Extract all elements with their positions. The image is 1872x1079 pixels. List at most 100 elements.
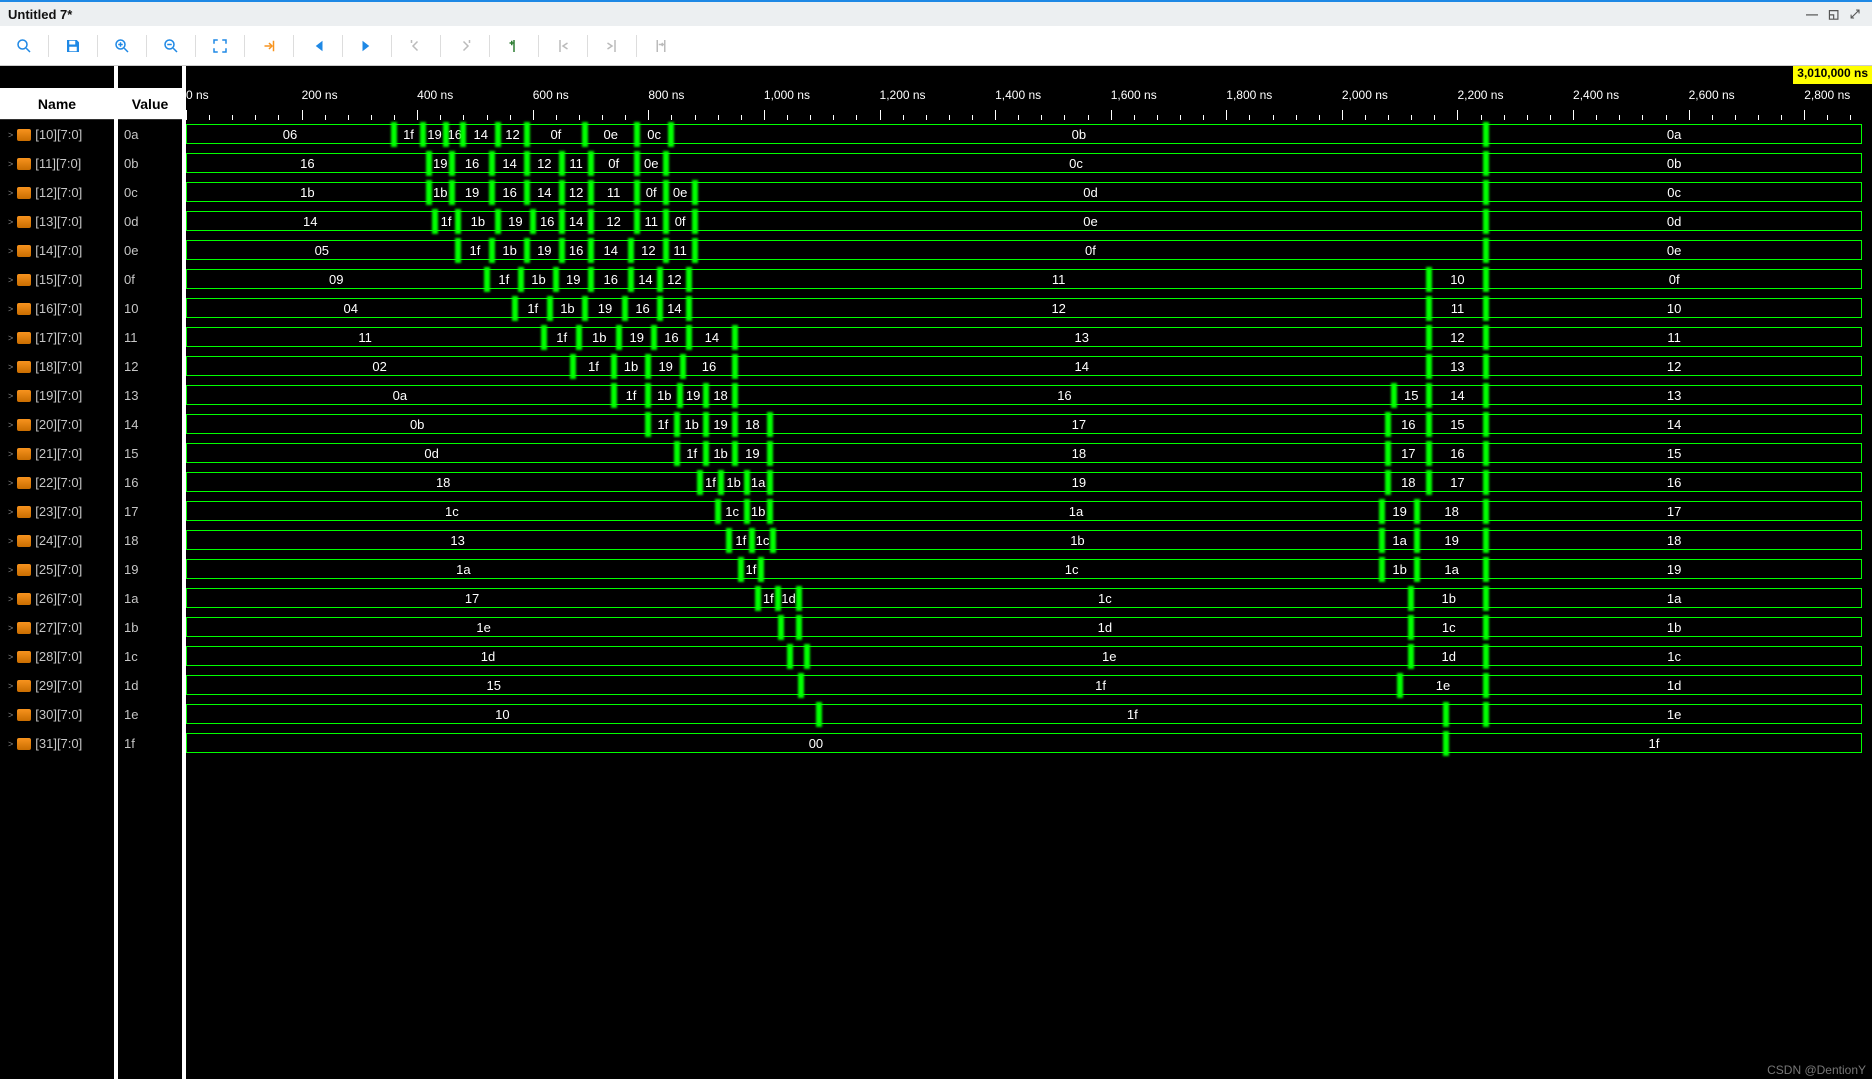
bus-segment[interactable]: 1b: [773, 530, 1383, 550]
skip-end-button[interactable]: [351, 30, 383, 62]
bus-segment[interactable]: 1f: [515, 298, 550, 318]
bus-segment[interactable]: 14: [562, 211, 591, 231]
bus-segment[interactable]: 0b: [671, 124, 1486, 144]
waveform-row[interactable]: 1e1d1c1b: [186, 613, 1872, 642]
bus-segment[interactable]: 16: [533, 211, 562, 231]
bus-segment[interactable]: 12: [591, 211, 637, 231]
bus-segment[interactable]: 1b: [579, 327, 619, 347]
bus-segment[interactable]: 1c: [718, 501, 747, 521]
expand-caret-icon[interactable]: >: [8, 565, 13, 575]
signal-value-row[interactable]: 11: [118, 323, 182, 352]
signal-value-row[interactable]: 0b: [118, 149, 182, 178]
expand-caret-icon[interactable]: >: [8, 391, 13, 401]
bus-segment[interactable]: 1b: [648, 385, 680, 405]
waveform-row[interactable]: 111f1b191614131211: [186, 323, 1872, 352]
bus-segment[interactable]: 18: [1388, 472, 1428, 492]
bus-segment[interactable]: 0b: [186, 414, 648, 434]
bus-segment[interactable]: 05: [186, 240, 458, 260]
expand-caret-icon[interactable]: >: [8, 536, 13, 546]
signal-name-row[interactable]: >[31][7:0]: [0, 729, 114, 758]
maximize-icon[interactable]: ◱: [1828, 7, 1842, 21]
bus-segment[interactable]: 16: [492, 182, 527, 202]
bus-segment[interactable]: 16: [683, 356, 735, 376]
bus-segment[interactable]: 0f: [695, 240, 1487, 260]
waveform-panel[interactable]: 3,010,000 ns 0 ns200 ns400 ns600 ns800 n…: [186, 66, 1872, 1079]
bus-segment[interactable]: 15: [1429, 414, 1487, 434]
prev-edge-button[interactable]: [400, 30, 432, 62]
bus-segment[interactable]: 11: [186, 327, 544, 347]
bus-segment[interactable]: 12: [498, 124, 527, 144]
signal-value-row[interactable]: 1f: [118, 729, 182, 758]
bus-segment[interactable]: 1a: [186, 559, 741, 579]
bus-segment[interactable]: 11: [666, 240, 695, 260]
signal-name-row[interactable]: >[24][7:0]: [0, 526, 114, 555]
bus-segment[interactable]: 14: [186, 211, 435, 231]
bus-segment[interactable]: 0e: [666, 182, 695, 202]
bus-segment[interactable]: 0f: [591, 153, 637, 173]
bus-segment[interactable]: 11: [637, 211, 666, 231]
next-edge-button[interactable]: [449, 30, 481, 62]
bus-segment[interactable]: 17: [770, 414, 1388, 434]
signal-name-row[interactable]: >[16][7:0]: [0, 294, 114, 323]
bus-segment[interactable]: 13: [1486, 385, 1862, 405]
signal-name-row[interactable]: >[10][7:0]: [0, 120, 114, 149]
bus-segment[interactable]: 15: [1486, 443, 1862, 463]
signal-value-row[interactable]: 15: [118, 439, 182, 468]
bus-segment[interactable]: 0d: [186, 443, 677, 463]
bus-segment[interactable]: 10: [1486, 298, 1862, 318]
bus-segment[interactable]: 1f: [677, 443, 706, 463]
bus-segment[interactable]: 1b: [521, 269, 556, 289]
bus-segment[interactable]: 0e: [585, 124, 637, 144]
bus-segment[interactable]: 19: [452, 182, 492, 202]
bus-segment[interactable]: 17: [1486, 501, 1862, 521]
signal-name-row[interactable]: >[30][7:0]: [0, 700, 114, 729]
bus-segment[interactable]: 1a: [1486, 588, 1862, 608]
bus-segment[interactable]: 1a: [770, 501, 1383, 521]
signal-value-row[interactable]: 12: [118, 352, 182, 381]
minimize-icon[interactable]: —: [1806, 7, 1820, 21]
expand-caret-icon[interactable]: >: [8, 130, 13, 140]
bus-segment[interactable]: 1d: [799, 617, 1412, 637]
bus-segment[interactable]: 13: [186, 530, 729, 550]
bus-segment[interactable]: 0c: [1486, 182, 1862, 202]
bus-segment[interactable]: 11: [689, 269, 1429, 289]
bus-segment[interactable]: 1e: [807, 646, 1411, 666]
add-marker-button[interactable]: [498, 30, 530, 62]
bus-segment[interactable]: 19: [706, 414, 735, 434]
bus-segment[interactable]: 1c: [1411, 617, 1486, 637]
signal-name-row[interactable]: >[29][7:0]: [0, 671, 114, 700]
expand-caret-icon[interactable]: >: [8, 246, 13, 256]
bus-segment[interactable]: 1e: [1486, 704, 1862, 724]
zoom-fit-button[interactable]: [204, 30, 236, 62]
bus-segment[interactable]: 16: [186, 153, 429, 173]
bus-segment[interactable]: 0c: [637, 124, 672, 144]
bus-segment[interactable]: 16: [735, 385, 1394, 405]
bus-segment[interactable]: 0e: [637, 153, 666, 173]
bus-segment[interactable]: 19: [1417, 530, 1486, 550]
bus-segment[interactable]: 1f: [1446, 733, 1862, 753]
expand-caret-icon[interactable]: >: [8, 739, 13, 749]
bus-segment[interactable]: 18: [1417, 501, 1486, 521]
bus-segment[interactable]: 18: [735, 414, 770, 434]
bus-segment[interactable]: 17: [1388, 443, 1428, 463]
expand-caret-icon[interactable]: >: [8, 681, 13, 691]
signal-name-row[interactable]: >[11][7:0]: [0, 149, 114, 178]
bus-segment[interactable]: 1b: [1411, 588, 1486, 608]
expand-caret-icon[interactable]: >: [8, 507, 13, 517]
waveform-row[interactable]: 1b1b19161412110f0e0d0c: [186, 178, 1872, 207]
expand-caret-icon[interactable]: >: [8, 275, 13, 285]
expand-caret-icon[interactable]: >: [8, 449, 13, 459]
bus-segment[interactable]: 04: [186, 298, 515, 318]
bus-segment[interactable]: 16: [452, 153, 492, 173]
expand-caret-icon[interactable]: >: [8, 304, 13, 314]
waveform-row[interactable]: 171f1d1c1b1a: [186, 584, 1872, 613]
signal-name-row[interactable]: >[17][7:0]: [0, 323, 114, 352]
signal-value-row[interactable]: 1c: [118, 642, 182, 671]
expand-caret-icon[interactable]: >: [8, 420, 13, 430]
time-ruler[interactable]: 0 ns200 ns400 ns600 ns800 ns1,000 ns1,20…: [186, 88, 1872, 120]
waveform-row[interactable]: 021f1b1916141312: [186, 352, 1872, 381]
bus-segment[interactable]: 0a: [1486, 124, 1862, 144]
signal-value-row[interactable]: 1a: [118, 584, 182, 613]
expand-caret-icon[interactable]: >: [8, 333, 13, 343]
signal-value-row[interactable]: 13: [118, 381, 182, 410]
